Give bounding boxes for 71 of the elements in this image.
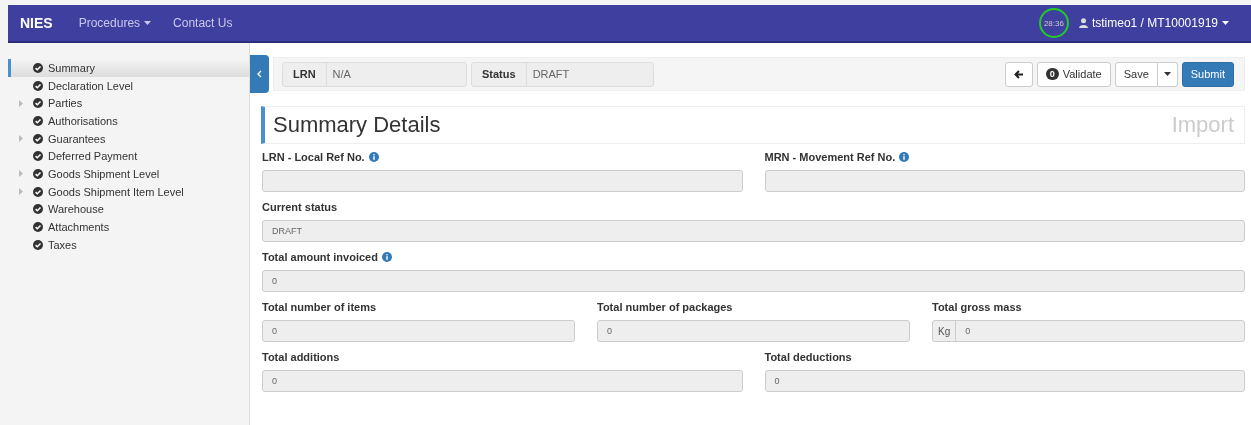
sidebar-item[interactable]: Warehouse — [8, 200, 249, 219]
sidebar-item[interactable]: Summary — [8, 59, 249, 77]
input-field[interactable]: 0 — [764, 370, 1245, 392]
info-icon[interactable] — [368, 152, 379, 162]
expand-caret-icon[interactable] — [19, 135, 23, 143]
check-circle-icon — [33, 204, 43, 215]
expand-caret-icon[interactable] — [19, 188, 23, 196]
check-circle-icon — [33, 239, 43, 250]
check-circle-icon — [33, 186, 43, 197]
expand-caret-icon[interactable] — [19, 170, 23, 178]
sidebar-item[interactable]: Goods Shipment Level — [8, 165, 249, 183]
sidebar-item[interactable]: Goods Shipment Item Level — [8, 182, 249, 201]
field-label: Total deductions — [764, 351, 852, 363]
input-field[interactable]: 0 — [262, 370, 743, 392]
sidebar-item[interactable]: Authorisations — [8, 112, 249, 130]
arrow-left-icon — [1013, 69, 1024, 79]
brand-name[interactable]: NIES — [20, 15, 53, 31]
check-circle-icon — [33, 133, 43, 144]
validate-button[interactable]: 0 Validate — [1036, 61, 1111, 87]
check-circle-icon — [33, 98, 43, 109]
input-field[interactable] — [764, 170, 1245, 192]
check-circle-icon — [33, 62, 43, 73]
save-button[interactable]: Save — [1114, 61, 1158, 87]
status-value: DRAFT — [531, 67, 571, 82]
error-count-badge: 0 — [1045, 68, 1059, 80]
user-menu[interactable]: tstimeo1 / MT10001919 — [1078, 16, 1229, 30]
check-circle-icon — [33, 151, 43, 162]
sidebar-item[interactable]: Declaration Level — [8, 76, 249, 95]
field-label: LRN - Local Ref No. — [262, 151, 379, 163]
caret-down-icon — [1222, 21, 1229, 25]
back-button[interactable] — [1004, 61, 1033, 87]
input-field[interactable]: 0 — [597, 320, 910, 342]
nav-link[interactable]: Contact Us — [173, 16, 233, 30]
input-field[interactable]: Kg 0 — [932, 320, 1245, 342]
input-field[interactable]: 0 — [262, 270, 1245, 292]
panel-title: Summary Details — [273, 112, 441, 138]
input-field[interactable]: 0 — [262, 320, 575, 342]
field-label: Total number of packages — [597, 301, 733, 313]
input-field[interactable]: DRAFT — [262, 220, 1245, 242]
submit-button[interactable]: Submit — [1181, 61, 1234, 87]
field-label: Total number of items — [262, 301, 377, 313]
check-circle-icon — [33, 80, 43, 91]
check-circle-icon — [33, 115, 43, 126]
session-timer: 28:36 — [1038, 8, 1069, 38]
sidebar-item[interactable]: Attachments — [8, 218, 249, 236]
caret-down-icon — [144, 21, 152, 25]
status-label: Status — [472, 62, 527, 86]
unit-label: Kg — [933, 321, 957, 341]
sidebar-item[interactable]: Guarantees — [8, 129, 249, 148]
collapse-sidebar-button[interactable] — [250, 55, 269, 93]
input-field[interactable] — [262, 170, 743, 192]
field-label: Total gross mass — [932, 301, 1022, 313]
sidebar-item[interactable]: Deferred Payment — [8, 147, 249, 166]
info-icon[interactable] — [381, 252, 392, 262]
sidebar-item[interactable]: Taxes — [8, 235, 249, 254]
sidebar-item[interactable]: Parties — [8, 94, 249, 113]
field-label: Current status — [262, 201, 338, 213]
check-circle-icon — [33, 222, 43, 233]
save-options-button[interactable] — [1157, 61, 1178, 87]
info-icon[interactable] — [899, 152, 910, 162]
lrn-label: LRN — [283, 62, 327, 86]
user-icon — [1078, 18, 1088, 28]
field-label: MRN - Movement Ref No. — [764, 151, 910, 163]
caret-down-icon — [1163, 72, 1171, 76]
check-circle-icon — [33, 168, 43, 179]
field-label: Total amount invoiced — [262, 251, 392, 263]
lrn-value: N/A — [331, 67, 352, 82]
expand-caret-icon[interactable] — [19, 99, 23, 107]
field-label: Total additions — [262, 351, 340, 363]
chevron-left-icon — [257, 70, 262, 78]
nav-link[interactable]: Procedures — [78, 16, 152, 30]
